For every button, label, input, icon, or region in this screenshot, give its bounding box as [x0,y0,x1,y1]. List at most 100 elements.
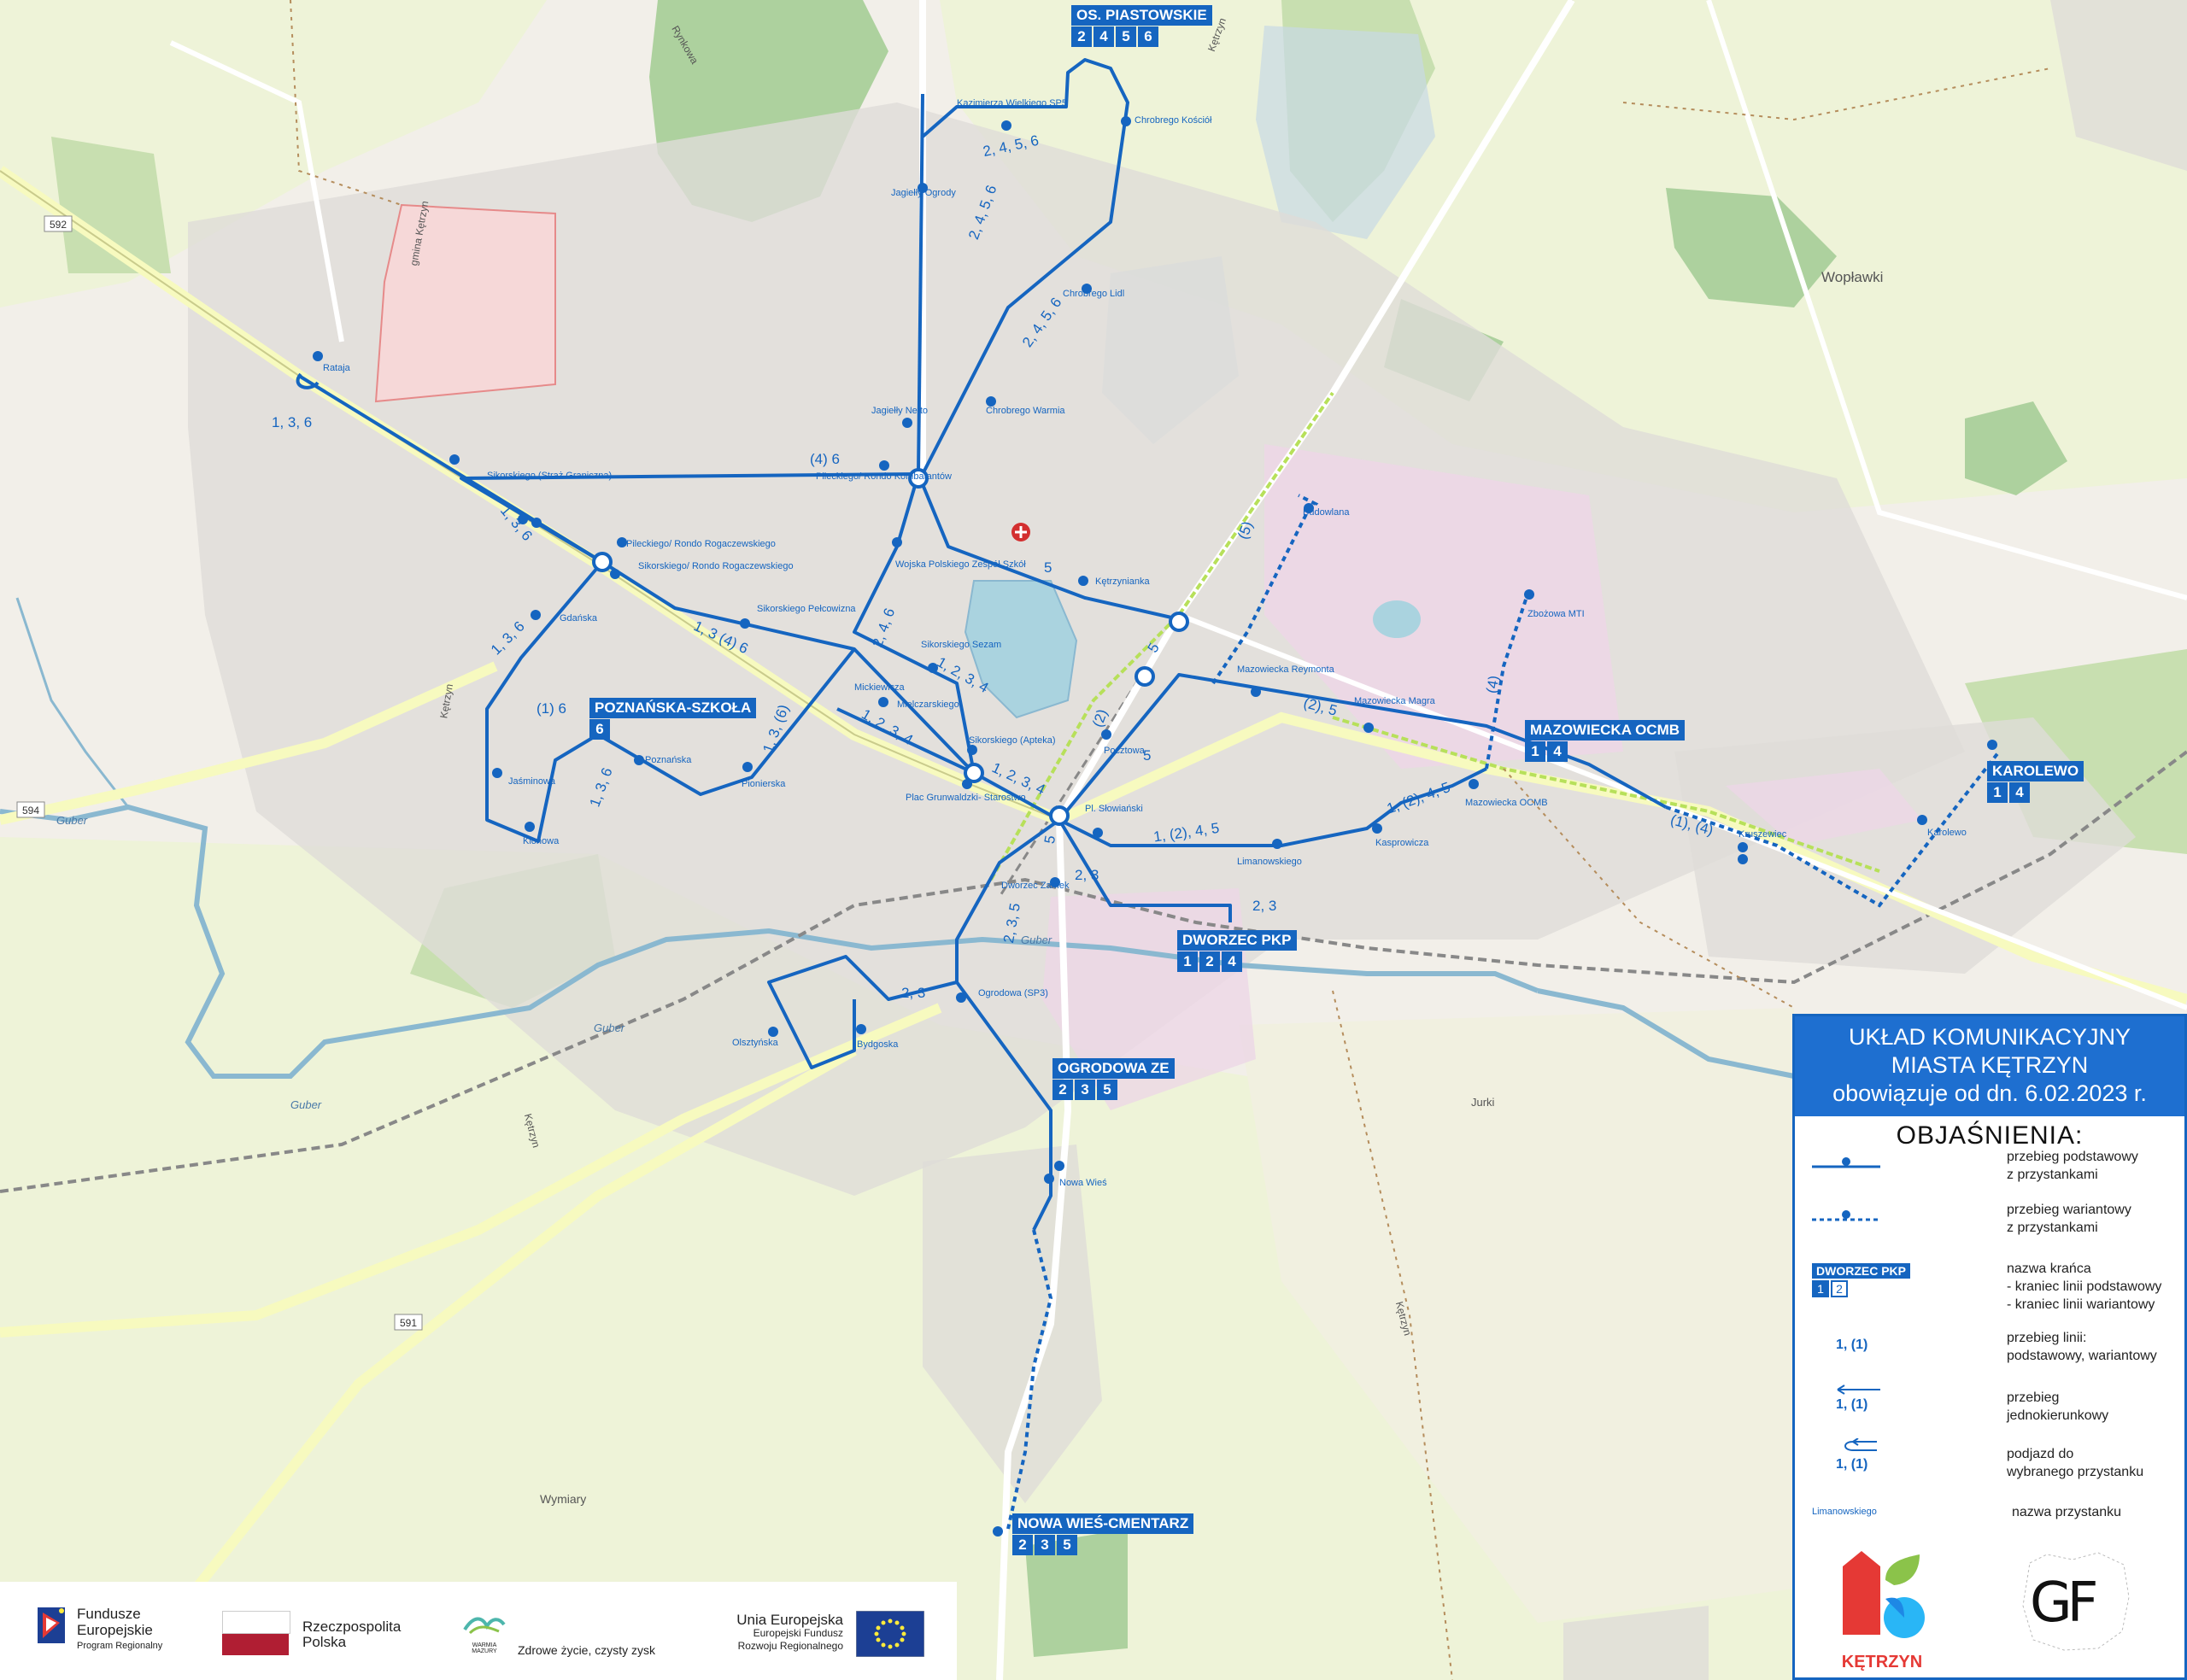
stop-dot[interactable] [492,768,502,778]
road-shield-label: 591 [400,1317,417,1329]
stop-dot[interactable] [525,822,535,832]
legend-text: z przystankami [2007,1220,2098,1235]
stop-label: Pionierska [742,779,786,789]
terminal-lines: 2 3 5 [1012,1535,1193,1555]
stop-label: Pocztowa [1104,746,1146,756]
gf-logo: GF [2013,1546,2141,1657]
road-shield-label: 592 [50,219,67,231]
stop-dot[interactable] [1078,576,1088,586]
stop-dot[interactable] [531,518,542,528]
stop-label: Mielczarskiego [897,700,959,710]
terminal-ogrodowa-ze[interactable]: OGRODOWA ZE 2 3 5 [1052,1058,1175,1100]
stop-dot[interactable] [1738,842,1748,852]
ketrzyn-logo-icon [1843,1551,1925,1638]
stop-dot[interactable] [1524,589,1534,600]
terminal-karolewo[interactable]: KAROLEWO 1 4 [1987,761,2084,803]
roundabout-grunwaldzki[interactable] [964,763,984,783]
terminal-lines: 1 4 [1987,782,2084,803]
stop-dot[interactable] [1044,1174,1054,1184]
stop-dot[interactable] [892,537,902,547]
stop-label: Jagiełły Ogrody [891,188,956,198]
stop-dot[interactable] [449,454,460,465]
line-badge: 2 [1012,1535,1033,1555]
warmia-mazury-logo: WARMIA MAZURY [461,1613,507,1654]
stop-label: Kazimierza Wielkiego SP5 [957,98,1067,108]
terminal-mazowiecka-ocmb[interactable]: MAZOWIECKA OCMB 1 4 [1525,720,1686,762]
terminal-poznanska-szkola[interactable]: POZNAŃSKA-SZKOŁA 6 [589,698,757,740]
stop-label: Pileckiego/ Rondo Kombatantów [816,471,952,482]
terminal-name: DWORZEC PKP [1177,930,1297,951]
stop-dot[interactable] [610,569,620,579]
route-label: (4) 6 [810,451,840,467]
terminal-os-piastowskie[interactable]: OS. PIASTOWSKIE 2 4 5 6 [1071,5,1212,47]
stop-dot[interactable] [962,779,972,789]
stop-dot[interactable] [740,618,750,629]
line-badge: 1 [1525,741,1545,762]
stop-dot[interactable] [1372,823,1382,834]
road-shield-label: 594 [22,805,39,817]
stop-dot[interactable] [1363,723,1374,733]
line-badge: 4 [1547,741,1568,762]
stop-label: Mazowiecka Magra [1354,696,1436,706]
stop-dot[interactable] [768,1027,778,1037]
stop-dot[interactable] [1093,828,1103,838]
stop-dot[interactable] [956,992,966,1003]
terminal-dworzec-pkp[interactable]: DWORZEC PKP 1 2 4 [1177,930,1297,972]
legend-header-line2: MIASTA KĘTRZYN [1891,1052,2089,1078]
roundabout-rogaczewskiego[interactable] [592,552,613,572]
stop-dot[interactable] [531,610,541,620]
stop-dot[interactable] [1469,779,1479,789]
stop-dot[interactable] [1101,729,1111,740]
stop-label: Plac Grunwaldzki- Starostwo [906,793,1026,803]
line-badge: 4 [1222,951,1242,972]
stop-dot[interactable] [878,697,888,707]
stop-dot[interactable] [1738,854,1748,864]
stop-name-sample: Limanowskiego [1812,1507,1877,1517]
place-label: Guber [1021,934,1052,946]
stop-dot[interactable] [1251,687,1261,697]
terminal-name: NOWA WIEŚ-CMENTARZ [1012,1513,1194,1534]
roundabout-mazowiecka[interactable] [1135,666,1155,687]
route-label-sample: 1, (1) [1836,1338,1868,1352]
stop-dot[interactable] [742,762,753,772]
stop-dot[interactable] [1121,116,1131,126]
stop-dot[interactable] [634,755,644,765]
legend-text: podstawowy, wariantowy [2007,1349,2157,1363]
route-label: 5 [1044,559,1052,576]
stop-label: Rataja [323,363,351,373]
stop-label: Kruszewiec [1738,829,1787,840]
terminal-nowa-wies-cmentarz[interactable]: NOWA WIEŚ-CMENTARZ 2 3 5 [1012,1513,1194,1555]
stop-dot[interactable] [902,418,912,428]
stop-dot[interactable] [856,1024,866,1034]
stop-dot[interactable] [313,351,323,361]
line-badge: 6 [1138,26,1158,47]
stop-label: Sikorskiego (Apteka) [969,735,1056,746]
stop-dot[interactable] [1001,120,1011,131]
place-label: Wymiary [540,1492,586,1506]
legend-header: UKŁAD KOMUNIKACYJNY MIASTA KĘTRZYN obowi… [1795,1016,2184,1116]
stop-dot[interactable] [1054,1161,1064,1171]
line-badge: 5 [1057,1535,1077,1555]
legend-item-detour: 1, (1) podjazd do wybranego przystanku [1795,1438,2184,1488]
stop-label: Mickiewicza [854,682,906,693]
terminal-lines: 1 2 4 [1177,951,1297,972]
line-badge: 4 [2009,782,2030,803]
u-turn-arrow-icon [1844,1438,1877,1451]
stop-dot[interactable] [1987,740,1997,750]
stop-label: Budowlana [1303,507,1350,518]
legend-text: - kraniec linii wariantowy [2007,1297,2155,1312]
route-label: 2, 3 [1075,867,1099,883]
roundabout-ketrzynianka[interactable] [1169,612,1189,632]
place-label: Jurki [1471,1096,1495,1109]
stop-dot[interactable] [967,745,977,755]
stop-dot[interactable] [1917,815,1927,825]
funding-footer: Fundusze Europejskie Program Regionalny … [0,1582,957,1680]
fe-logo [34,1604,68,1651]
legend-text: przebieg podstawowy [2007,1150,2138,1164]
line-badge-variant: 2 [1831,1280,1848,1297]
roundabout-slowianski[interactable] [1049,805,1070,826]
stop-dot[interactable] [993,1526,1003,1537]
legend-text: jednokierunkowy [2007,1408,2109,1423]
stop-dot[interactable] [879,460,889,471]
stop-dot[interactable] [1272,839,1282,849]
